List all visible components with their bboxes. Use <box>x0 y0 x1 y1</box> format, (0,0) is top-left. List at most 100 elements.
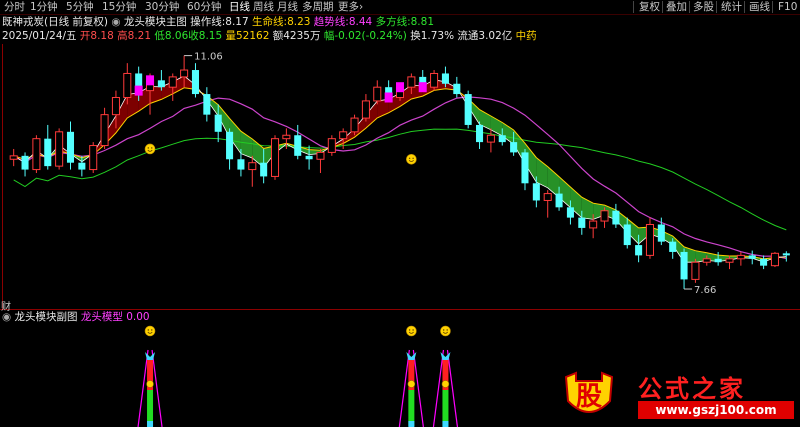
change-label: 幅 <box>323 30 335 42</box>
low-label: 低 <box>154 30 165 42</box>
candle-body <box>714 258 722 263</box>
candle-body <box>111 96 120 116</box>
open-label: 开 <box>79 30 91 42</box>
bull-line-series <box>13 128 787 231</box>
smiley-icon <box>440 325 451 337</box>
candle-body <box>316 151 325 160</box>
candle-body <box>168 76 177 88</box>
smiley-face <box>440 325 451 337</box>
trend-line-label: 趋势线: <box>313 16 349 28</box>
turnover-label: 换 <box>410 30 421 42</box>
model-label: 龙头模型 <box>80 311 123 323</box>
smiley-eye <box>408 329 411 331</box>
signal-square <box>384 92 393 103</box>
candle-body <box>430 72 439 88</box>
candle-body <box>203 94 211 115</box>
smiley-icon <box>144 325 156 337</box>
ma-band <box>13 75 787 263</box>
chart-title-line: 既神戎炭(日线 前复权) ◉ 龙头模块主图 操作线:8.17 生命线:8.23 … <box>2 15 434 29</box>
op-line-value: 8.17 <box>225 16 249 28</box>
smiley-icon <box>406 325 417 337</box>
candle-body <box>453 83 461 95</box>
close-value: 8.15 <box>198 30 223 42</box>
candle-body <box>373 86 382 102</box>
chart-markers: 11.06 7.66 <box>134 52 716 296</box>
candle-body <box>691 261 700 280</box>
candle-body <box>555 193 563 208</box>
change-value: -0.02(-0.24%) <box>334 30 407 42</box>
op-line-label: 操作线: <box>190 16 226 28</box>
smiley-eye <box>147 147 149 149</box>
candle-body <box>635 245 643 256</box>
smiley-face <box>144 143 156 155</box>
sub-chart-header: ◉ 龙头模块副图 龙头模型 0.00 <box>2 310 150 324</box>
signal-bar-green <box>408 390 415 426</box>
candle-body <box>725 258 734 263</box>
amount-value: 4235万 <box>283 30 321 42</box>
open-value: 8.18 <box>90 30 114 42</box>
symbol-label: 既神戎炭(日线 前复权) <box>2 16 109 28</box>
candle-body <box>566 207 574 218</box>
candle-body <box>612 210 620 225</box>
candle-body <box>770 252 779 267</box>
min-price-label: 7.66 <box>694 285 716 296</box>
signal-line <box>446 349 459 427</box>
signal-line <box>412 349 424 427</box>
low-value: 8.06 <box>164 30 189 42</box>
smiley-icon <box>144 143 156 155</box>
high-label: 高 <box>117 30 128 42</box>
candle-body <box>589 220 598 229</box>
smiley-face <box>144 325 156 337</box>
candle-body <box>600 210 609 222</box>
candle-body <box>736 254 745 260</box>
industry-tag: 中药 <box>515 30 537 42</box>
candle-body <box>100 114 109 147</box>
candle-body <box>361 100 370 119</box>
signal-square <box>418 82 427 93</box>
candle-body <box>327 138 336 153</box>
signal-bar-cyan <box>442 421 449 427</box>
candle-body <box>782 253 790 256</box>
candle-body <box>498 135 506 143</box>
life-line-label: 生命线: <box>252 16 288 28</box>
candle-body <box>623 224 631 246</box>
coin-icon <box>441 380 450 388</box>
trend-line-series <box>13 96 787 260</box>
candle-body <box>180 69 189 78</box>
signal-square <box>146 75 155 86</box>
volume-value: 52162 <box>236 30 270 42</box>
candle-body <box>260 162 268 177</box>
logo-title: 公式之家 <box>638 374 746 403</box>
volume-label: 量 <box>225 30 237 42</box>
candle-body <box>702 258 711 263</box>
candle-body <box>407 76 416 88</box>
candle-body <box>270 138 280 177</box>
coin-icon <box>146 380 154 388</box>
candle-body <box>248 162 257 171</box>
indicator-toggle-icon[interactable]: ◉ <box>111 16 120 28</box>
signal-bar-green <box>442 390 449 426</box>
candle-body <box>89 145 98 171</box>
float-label: 流通 <box>457 30 479 42</box>
candle-body <box>78 162 86 170</box>
candlestick-chart[interactable]: 11.06 7.66 <box>0 0 800 427</box>
signal-line <box>137 349 149 427</box>
sub-indicator-title: 龙头模块副图 <box>14 311 78 323</box>
candle-body <box>748 255 756 259</box>
smiley-eye <box>446 329 448 331</box>
signal-line <box>151 349 163 427</box>
max-price-label: 11.06 <box>194 52 223 63</box>
smiley-face <box>406 325 417 337</box>
candle-body <box>21 155 29 170</box>
signal-bar-cyan <box>147 421 154 427</box>
candle-body <box>44 138 52 167</box>
indicator-toggle-icon[interactable]: ◉ <box>2 311 11 323</box>
candle-body <box>350 117 359 133</box>
life-line-value: 8.23 <box>287 16 311 28</box>
smiley-eye <box>408 157 411 159</box>
bull-line-label: 多方线: <box>375 16 411 28</box>
signal-square <box>396 82 404 93</box>
smiley-eye <box>151 329 153 331</box>
candle-body <box>486 134 495 143</box>
candle-body <box>55 131 64 167</box>
